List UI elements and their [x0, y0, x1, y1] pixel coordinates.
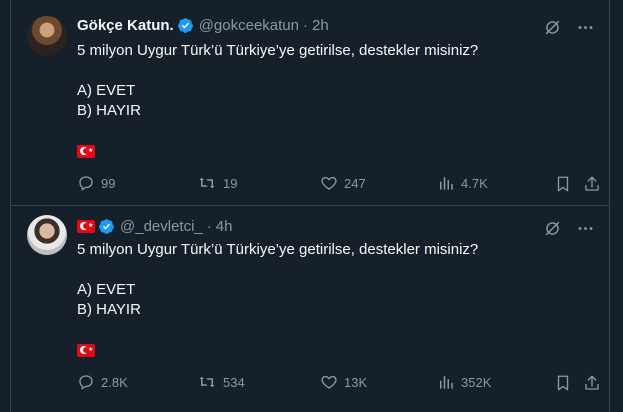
views-count: 4.7K [461, 175, 488, 191]
reply-count: 2.8K [101, 374, 128, 390]
reply-icon [79, 176, 93, 191]
share-icon[interactable] [583, 175, 601, 193]
retweet-count: 534 [223, 374, 245, 390]
retweet-icon [199, 376, 215, 388]
display-name[interactable]: Gökçe Katun. [77, 17, 174, 34]
heart-icon [321, 176, 337, 190]
turkey-flag-icon: ★ [77, 343, 95, 357]
reply-button[interactable]: 2.8K [77, 373, 128, 391]
retweet-count: 19 [223, 175, 238, 191]
bookmark-icon[interactable] [554, 175, 572, 193]
separator-dot: · [302, 16, 308, 34]
option-b: B) HAYIR [77, 102, 141, 119]
turkey-flag-icon: ★ [77, 219, 95, 233]
avatar[interactable] [27, 16, 67, 56]
like-button[interactable]: 247 [320, 174, 366, 192]
user-handle[interactable]: @gokceekatun [199, 17, 299, 34]
grok-icon[interactable] [543, 219, 562, 238]
more-icon[interactable] [576, 18, 595, 37]
verified-badge-icon [99, 218, 114, 234]
reply-button[interactable]: 99 [77, 174, 115, 192]
timestamp[interactable]: 4h [216, 218, 233, 235]
reply-count: 99 [101, 175, 116, 191]
retweet-button[interactable]: 534 [197, 373, 245, 391]
grok-icon[interactable] [543, 18, 562, 37]
turkey-flag-icon: ★ [77, 144, 95, 158]
bookmark-icon[interactable] [554, 374, 572, 392]
separator-dot: · [206, 217, 212, 235]
views-icon [440, 376, 453, 389]
views-icon [440, 177, 453, 190]
option-a: A) EVET [77, 82, 136, 99]
views-count: 352K [461, 374, 492, 390]
option-a: A) EVET [77, 281, 136, 298]
tweet-actions: 2.8K 534 13K 352K [77, 373, 602, 393]
views-button[interactable]: 4.7K [437, 174, 488, 192]
tweet-question: 5 milyon Uygur Türk’ü Türkiye’ye getiril… [77, 241, 479, 258]
views-button[interactable]: 352K [437, 373, 491, 391]
tweet-top-actions [543, 219, 595, 238]
like-count: 247 [344, 175, 366, 191]
more-icon[interactable] [576, 219, 595, 238]
tweet-header: ★ @_devletci_ · 4h [77, 216, 232, 236]
tweet-text: 5 milyon Uygur Türk’ü Türkiye’ye getiril… [77, 240, 597, 360]
tweet-text: 5 milyon Uygur Türk’ü Türkiye’ye getiril… [77, 41, 597, 161]
tweet[interactable]: Gökçe Katun. @gokceekatun · 2h 5 milyon … [11, 0, 609, 206]
tweet-top-actions [543, 18, 595, 37]
avatar[interactable] [27, 215, 67, 255]
heart-icon [321, 375, 337, 389]
tweet-question: 5 milyon Uygur Türk’ü Türkiye’ye getiril… [77, 42, 479, 59]
tweet-header: Gökçe Katun. @gokceekatun · 2h [77, 15, 329, 35]
verified-badge-icon [177, 17, 193, 33]
like-button[interactable]: 13K [320, 373, 367, 391]
share-icon[interactable] [583, 374, 601, 392]
reply-icon [79, 375, 93, 390]
timestamp[interactable]: 2h [312, 17, 329, 34]
retweet-icon [199, 177, 215, 189]
option-b: B) HAYIR [77, 301, 141, 318]
user-handle[interactable]: @_devletci_ [120, 218, 203, 235]
like-count: 13K [344, 374, 368, 390]
tweet[interactable]: ★ @_devletci_ · 4h 5 milyon Uygur Türk’ü… [11, 207, 609, 412]
retweet-button[interactable]: 19 [197, 174, 237, 192]
timeline: Gökçe Katun. @gokceekatun · 2h 5 milyon … [10, 0, 610, 412]
tweet-actions: 99 19 247 4.7K [77, 174, 602, 194]
